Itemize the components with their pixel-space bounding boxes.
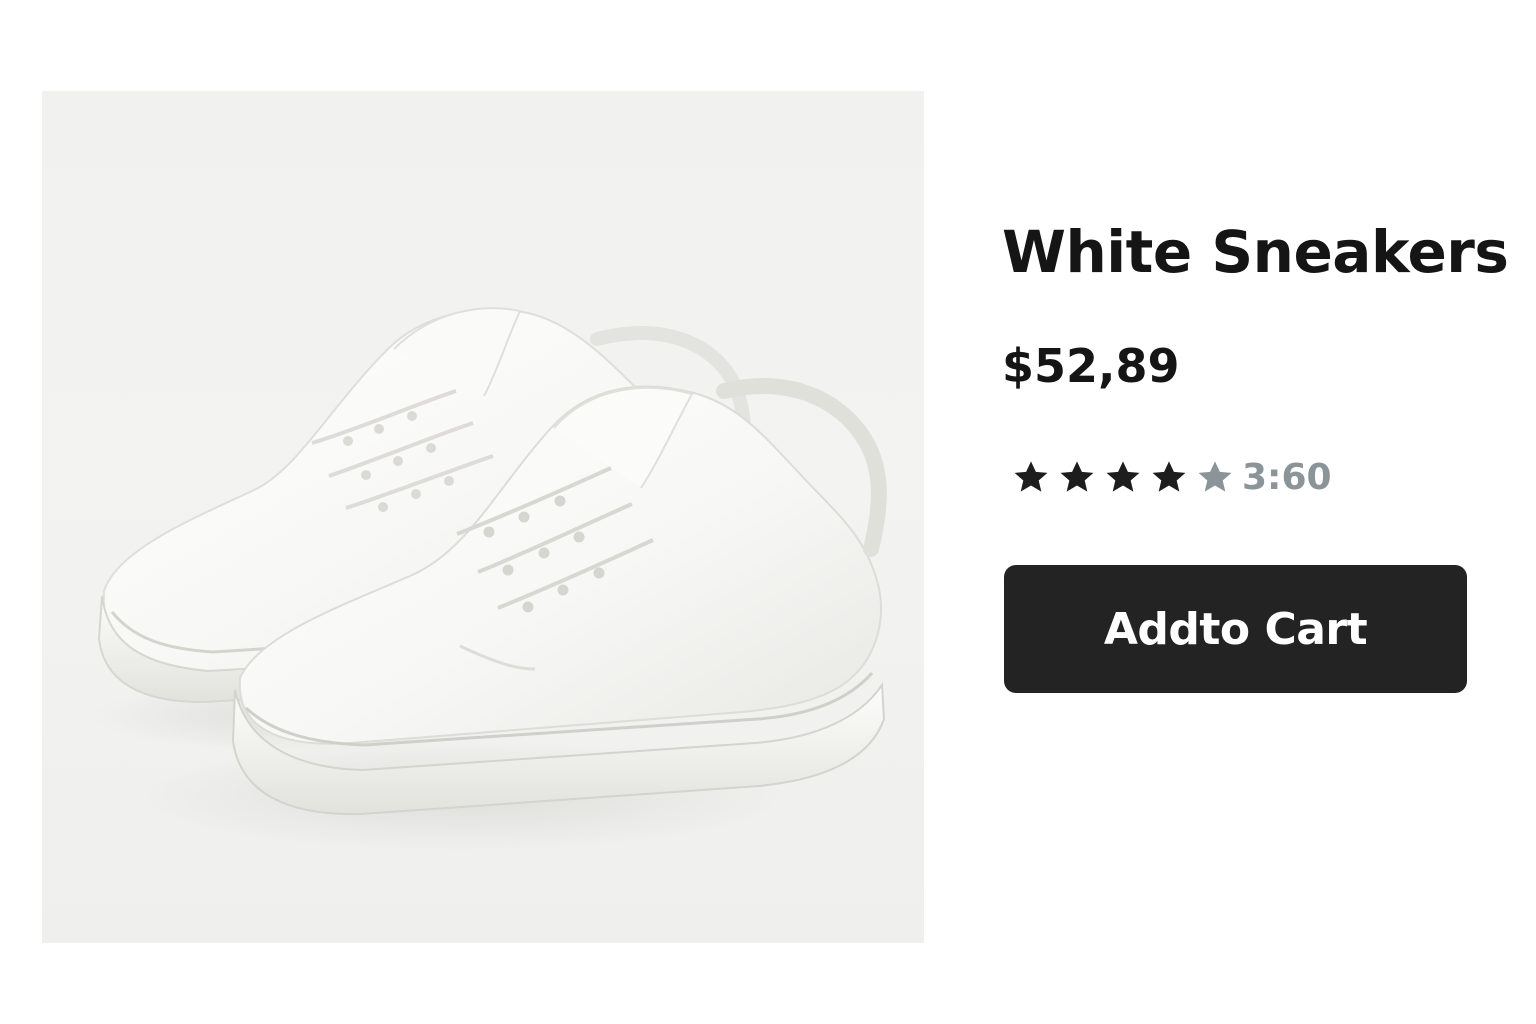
empty-star-icon bbox=[1198, 461, 1232, 492]
product-rating: 3:60 bbox=[1010, 452, 1332, 504]
rating-value: 3:60 bbox=[1242, 457, 1332, 498]
star-icon bbox=[1060, 461, 1094, 492]
star-icon bbox=[1106, 461, 1140, 492]
product-image bbox=[42, 91, 924, 943]
star-icon bbox=[1152, 461, 1186, 492]
product-details: White Sneakers $52,89 3:60 Addto Cart bbox=[1002, 0, 1509, 1024]
add-to-cart-button[interactable]: Addto Cart bbox=[1004, 565, 1467, 693]
product-page: White Sneakers $52,89 3:60 Addto Cart bbox=[0, 0, 1536, 1024]
product-price: $52,89 bbox=[1002, 339, 1180, 393]
product-title: White Sneakers bbox=[1002, 218, 1509, 286]
sneakers-image-icon bbox=[92, 307, 887, 851]
star-icon bbox=[1014, 461, 1048, 492]
